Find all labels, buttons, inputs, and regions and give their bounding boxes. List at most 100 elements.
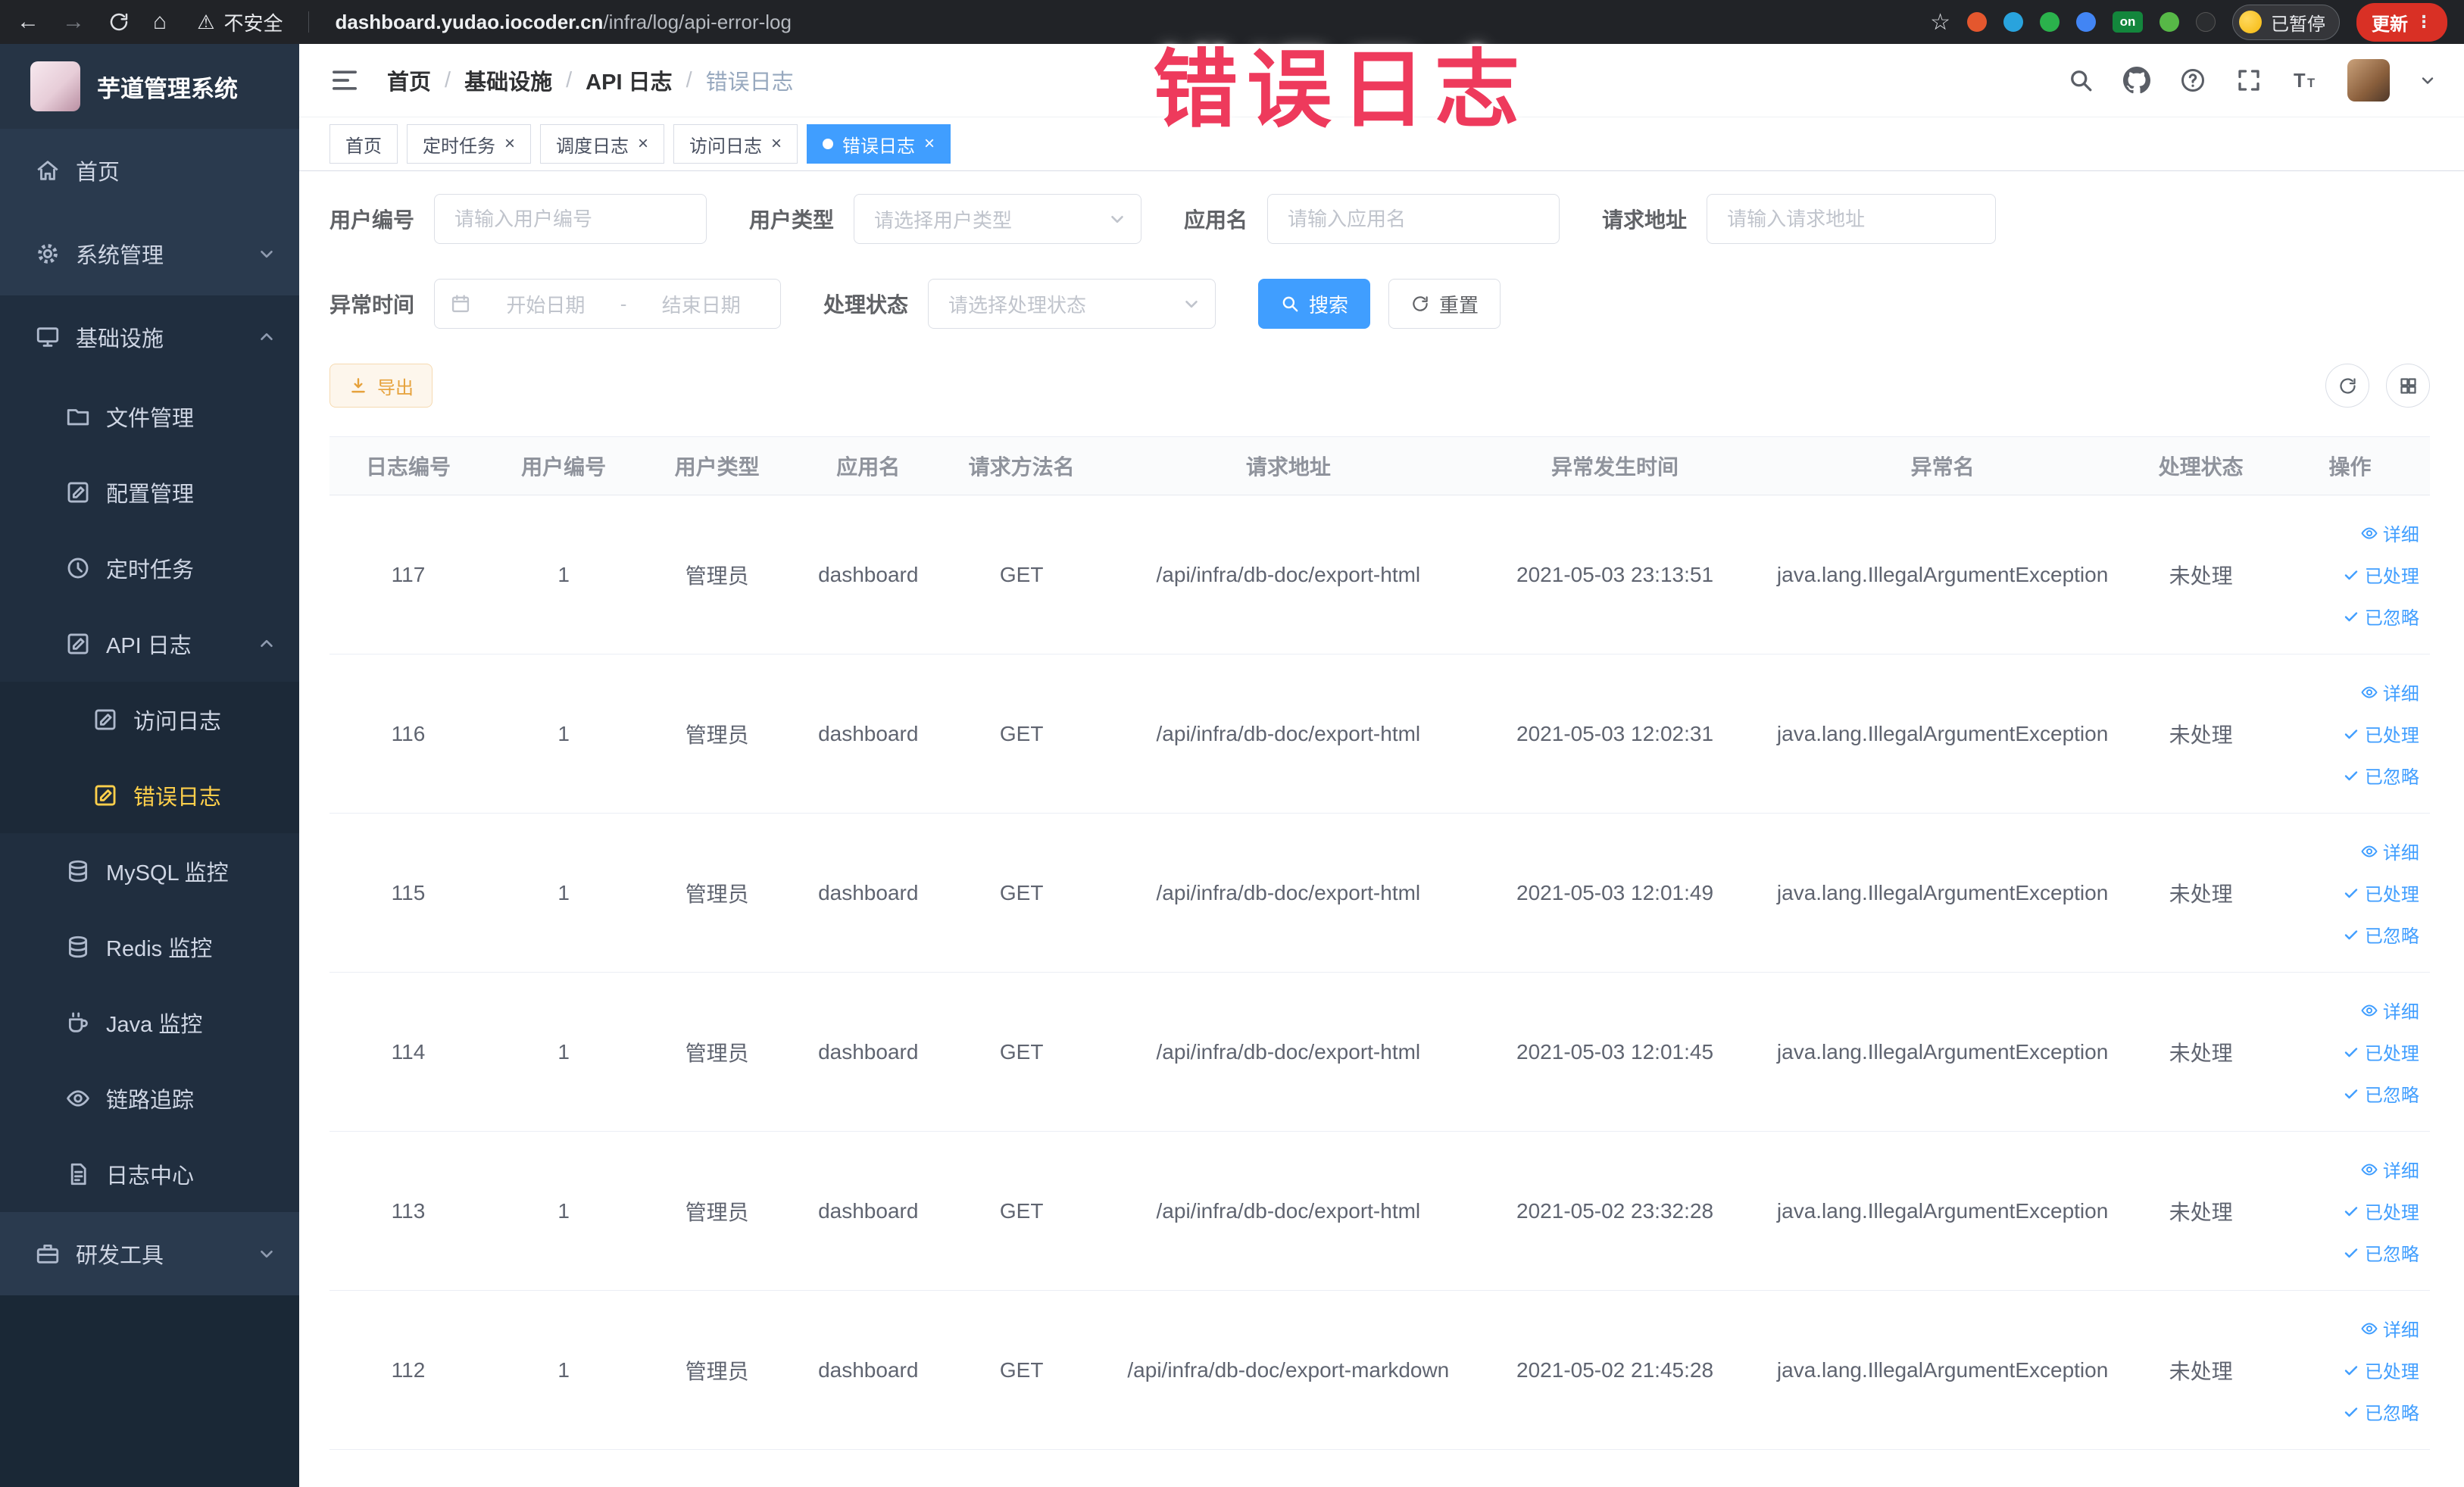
back-icon[interactable]: ←	[17, 9, 39, 35]
breadcrumb-item[interactable]: 首页	[387, 64, 431, 96]
sidebar-item-scheduled-jobs[interactable]: 定时任务	[0, 530, 299, 606]
user-avatar[interactable]	[2347, 59, 2390, 102]
home-icon	[35, 158, 61, 183]
edit-icon	[65, 631, 91, 657]
processed-link[interactable]: 已处理	[2342, 879, 2419, 906]
check-icon	[2342, 1244, 2360, 1262]
font-size-icon[interactable]	[2291, 67, 2319, 94]
process-status-select[interactable]: 请选择处理状态	[928, 279, 1216, 329]
extension-icon[interactable]	[2160, 12, 2179, 32]
tab-access-log[interactable]: 访问日志 ×	[673, 124, 798, 164]
app-name-input[interactable]	[1267, 194, 1560, 244]
extension-icon[interactable]	[2040, 12, 2060, 32]
avatar-caret-down-icon[interactable]	[2419, 71, 2437, 89]
export-button[interactable]: 导出	[329, 364, 433, 408]
ignored-link[interactable]: 已忽略	[2342, 1239, 2419, 1266]
extension-icon[interactable]	[2003, 12, 2023, 32]
monitor-icon	[35, 324, 61, 350]
sidebar-item-error-log[interactable]: 错误日志	[0, 758, 299, 833]
extension-icon[interactable]	[2196, 12, 2216, 32]
update-label: 更新	[2372, 14, 2408, 35]
ignored-link[interactable]: 已忽略	[2342, 921, 2419, 948]
sidebar-item-home[interactable]: 首页	[0, 129, 299, 212]
site-security-chip[interactable]: ⚠ 不安全	[197, 8, 283, 36]
tab-schedule-log[interactable]: 调度日志 ×	[540, 124, 665, 164]
ignored-link[interactable]: 已忽略	[2342, 603, 2419, 629]
sidebar-item-label: MySQL 监控	[106, 861, 229, 886]
sidebar-item-access-log[interactable]: 访问日志	[0, 682, 299, 758]
ignored-link[interactable]: 已忽略	[2342, 762, 2419, 789]
sidebar-item-log-center[interactable]: 日志中心	[0, 1136, 299, 1212]
help-icon[interactable]	[2179, 67, 2206, 94]
detail-link[interactable]: 详细	[2360, 1315, 2419, 1342]
breadcrumb-item[interactable]: 基础设施	[464, 64, 552, 96]
bookmark-star-icon[interactable]: ☆	[1930, 9, 1950, 36]
user-type-select[interactable]: 请选择用户类型	[854, 194, 1142, 244]
exception-time-range[interactable]: 开始日期 - 结束日期	[434, 279, 782, 329]
edit-icon	[65, 480, 91, 505]
tab-error-log[interactable]: 错误日志 ×	[807, 124, 951, 164]
cell-user-id: 1	[557, 1039, 570, 1064]
sidebar-item-infrastructure[interactable]: 基础设施	[0, 295, 299, 379]
user-id-input[interactable]	[434, 194, 707, 244]
sidebar-item-dev-tools[interactable]: 研发工具	[0, 1212, 299, 1295]
breadcrumb-item[interactable]: API 日志	[586, 64, 672, 96]
refresh-button[interactable]	[2325, 364, 2369, 408]
chevron-down-icon	[257, 244, 276, 264]
sidebar-item-mysql-monitor[interactable]: MySQL 监控	[0, 833, 299, 909]
forward-icon[interactable]: →	[62, 9, 85, 35]
detail-link[interactable]: 详细	[2360, 1156, 2419, 1182]
search-button[interactable]: 搜索	[1258, 279, 1371, 329]
extension-icon[interactable]	[1967, 12, 1987, 32]
close-icon[interactable]: ×	[771, 133, 782, 155]
sidebar-item-file-management[interactable]: 文件管理	[0, 379, 299, 455]
app-logo-row[interactable]: 芋道管理系统	[0, 44, 299, 129]
extension-icon[interactable]	[2076, 12, 2096, 32]
processed-link[interactable]: 已处理	[2342, 1357, 2419, 1383]
detail-link[interactable]: 详细	[2360, 679, 2419, 705]
close-icon[interactable]: ×	[924, 133, 935, 155]
close-icon[interactable]: ×	[638, 133, 648, 155]
ignored-link[interactable]: 已忽略	[2342, 1398, 2419, 1425]
end-date-placeholder: 结束日期	[661, 293, 741, 317]
close-icon[interactable]: ×	[504, 133, 515, 155]
home-icon[interactable]: ⌂	[153, 9, 167, 35]
app-title: 芋道管理系统	[97, 75, 238, 102]
sidebar-item-java-monitor[interactable]: Java 监控	[0, 985, 299, 1061]
tab-label: 首页	[345, 136, 382, 157]
app: 芋道管理系统 首页 系统管理 基础设施 文件管理 配置管理 定时任务 API 日…	[0, 44, 2464, 1487]
address-bar[interactable]: dashboard.yudao.iocoder.cn/infra/log/api…	[335, 11, 1910, 34]
reload-icon[interactable]	[108, 11, 130, 33]
sidebar-item-system-management[interactable]: 系统管理	[0, 212, 299, 295]
github-icon[interactable]	[2123, 67, 2150, 94]
fullscreen-icon[interactable]	[2235, 67, 2263, 94]
search-button-label: 搜索	[1309, 293, 1349, 317]
profile-paused-chip[interactable]: 已暂停	[2232, 4, 2340, 40]
search-icon[interactable]	[2067, 67, 2094, 94]
tags-view-bar: 首页 定时任务 × 调度日志 × 访问日志 × 错误日志 ×	[299, 117, 2464, 171]
extension-on-badge[interactable]: on	[2113, 11, 2143, 33]
processed-link[interactable]: 已处理	[2342, 720, 2419, 747]
detail-link[interactable]: 详细	[2360, 997, 2419, 1023]
browser-update-button[interactable]: 更新 ⋮	[2356, 2, 2447, 42]
tab-scheduled-jobs[interactable]: 定时任务 ×	[407, 124, 532, 164]
processed-link[interactable]: 已处理	[2342, 1039, 2419, 1065]
action-label: 已忽略	[2364, 1086, 2419, 1106]
sidebar-item-config-management[interactable]: 配置管理	[0, 455, 299, 530]
detail-link[interactable]: 详细	[2360, 838, 2419, 864]
select-placeholder: 请选择用户类型	[874, 208, 1013, 232]
sidebar-item-trace[interactable]: 链路追踪	[0, 1061, 299, 1136]
column-settings-button[interactable]	[2386, 364, 2430, 408]
tab-home[interactable]: 首页	[329, 124, 398, 164]
ignored-link[interactable]: 已忽略	[2342, 1080, 2419, 1107]
sidebar-item-redis-monitor[interactable]: Redis 监控	[0, 909, 299, 985]
reset-button[interactable]: 重置	[1388, 279, 1501, 329]
processed-link[interactable]: 已处理	[2342, 1198, 2419, 1224]
processed-link[interactable]: 已处理	[2342, 561, 2419, 588]
cell-exception-name: java.lang.IllegalArgumentException	[1776, 880, 2109, 904]
sidebar-collapse-icon[interactable]	[329, 65, 360, 95]
detail-link[interactable]: 详细	[2360, 520, 2419, 546]
sidebar-item-api-log[interactable]: API 日志	[0, 606, 299, 682]
column-header: 异常发生时间	[1551, 455, 1679, 479]
request-url-input[interactable]	[1707, 194, 1997, 244]
